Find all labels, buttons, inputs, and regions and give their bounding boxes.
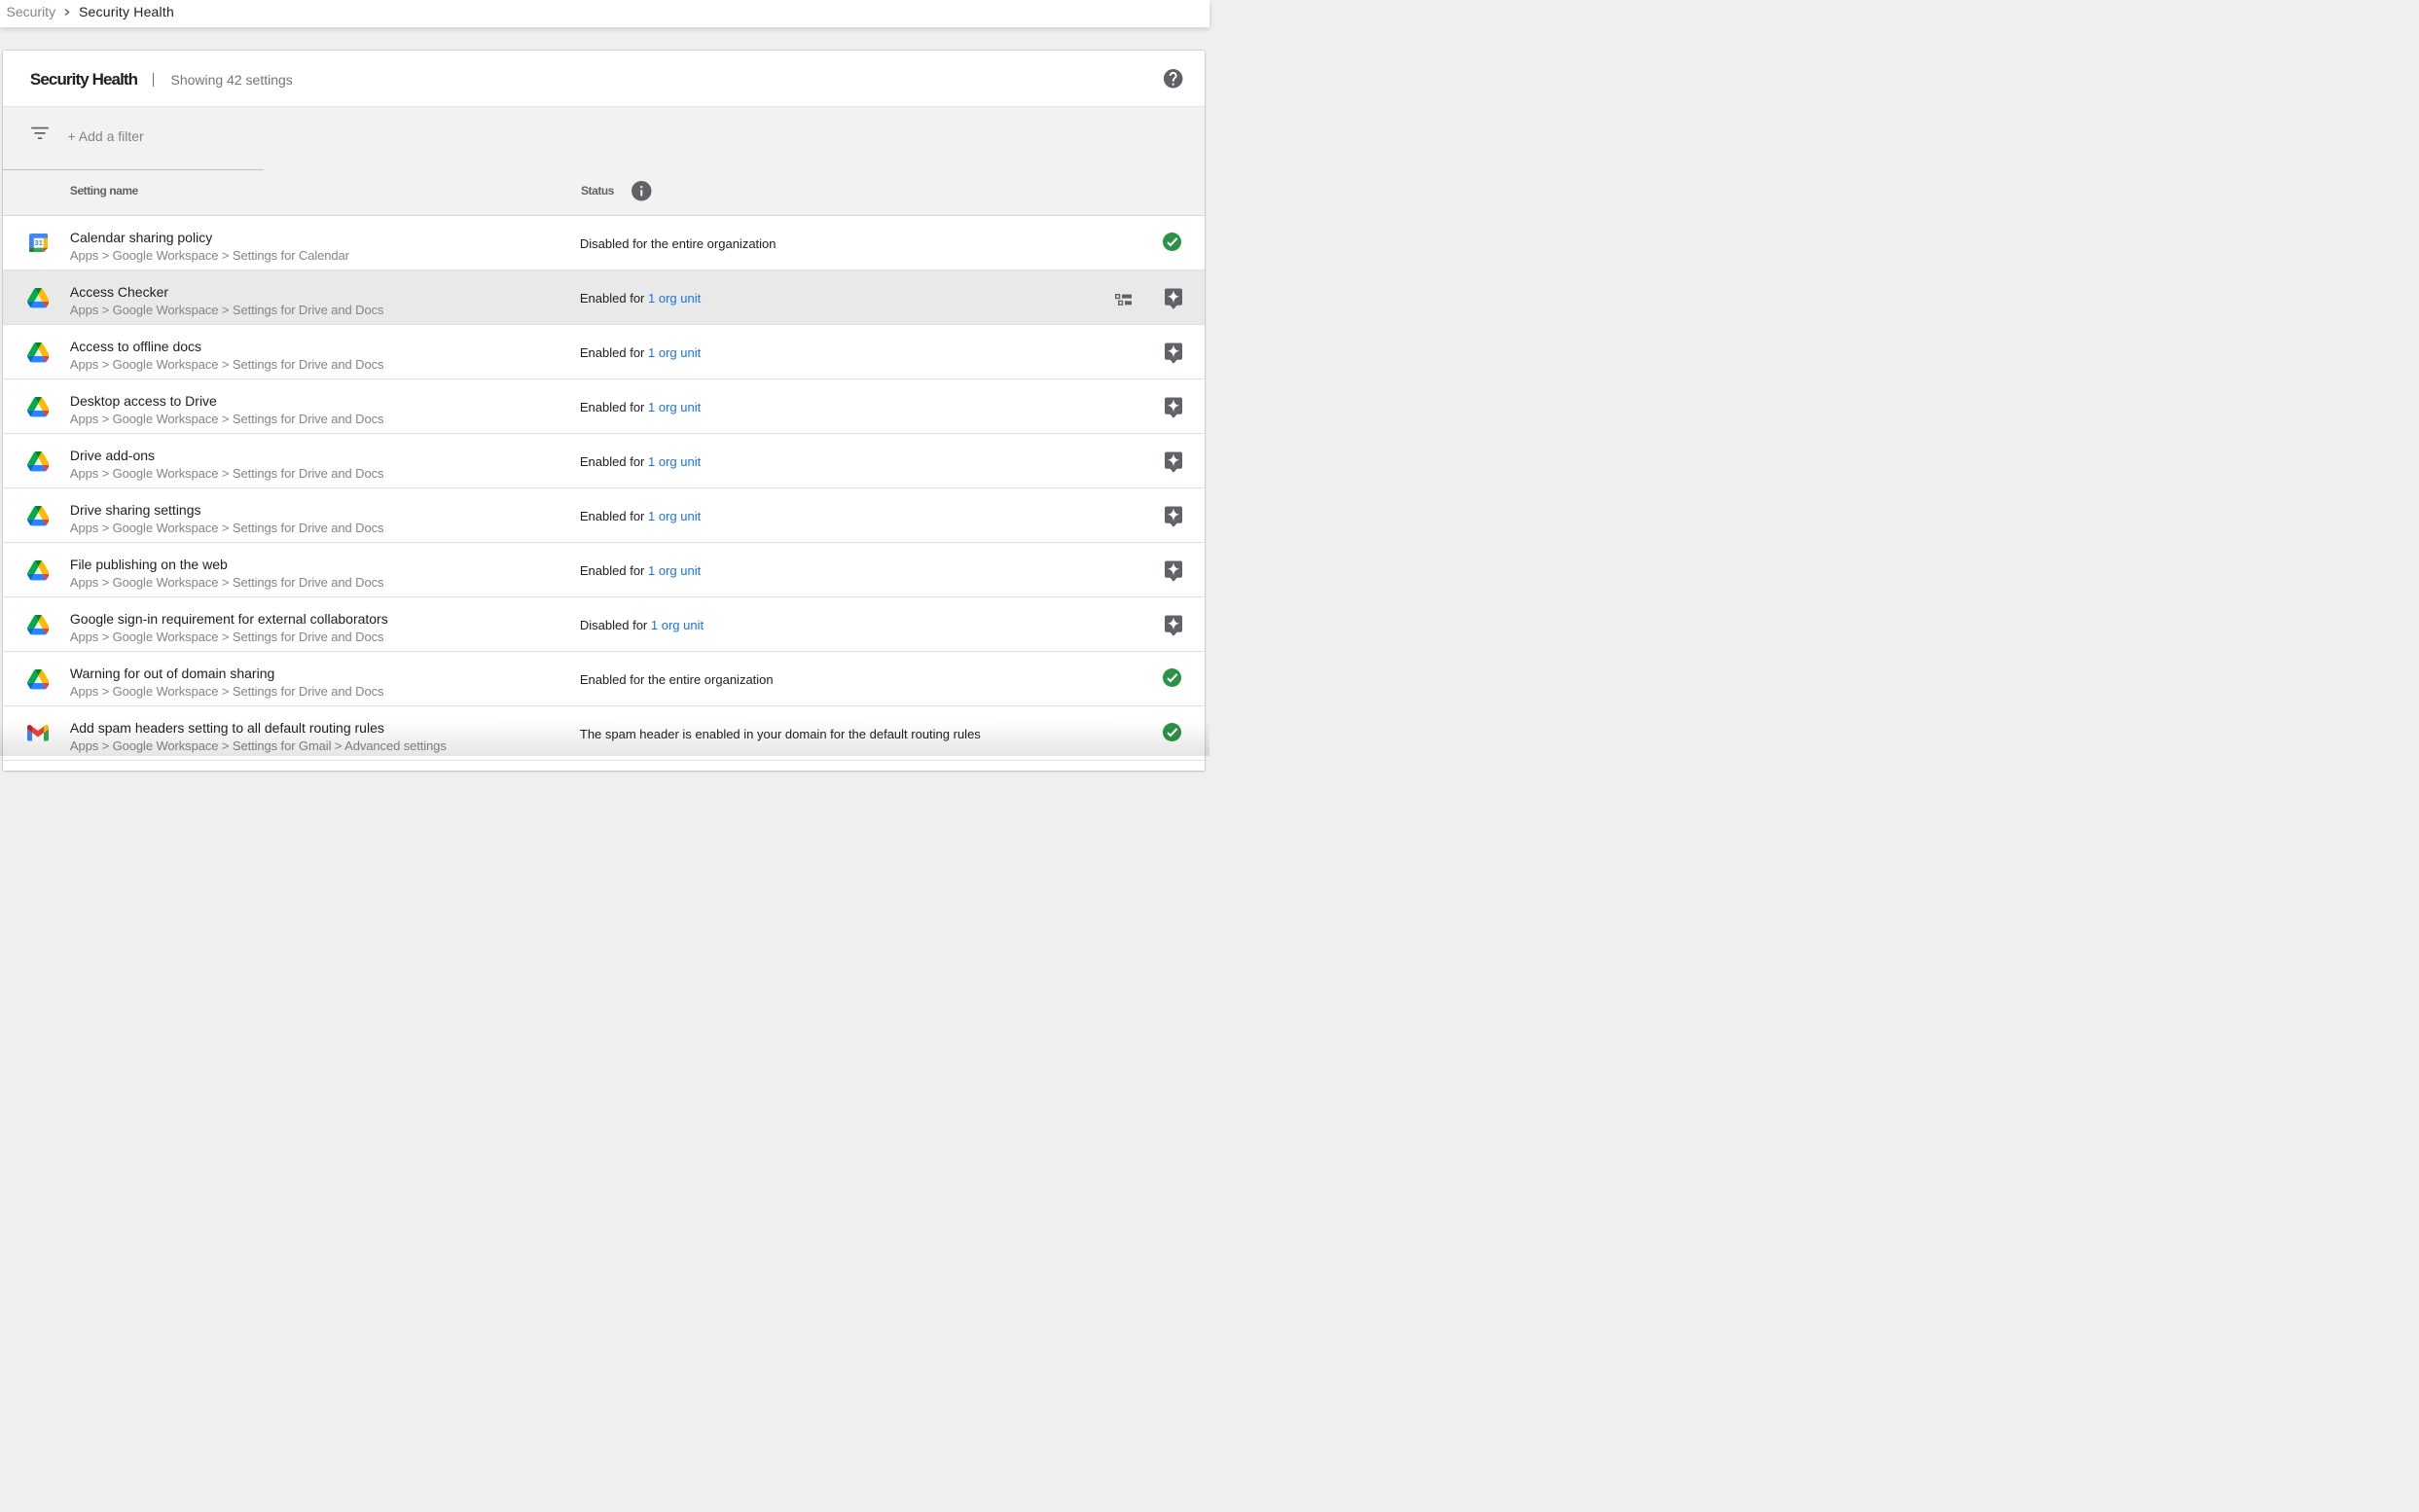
- svg-text:31: 31: [34, 238, 42, 247]
